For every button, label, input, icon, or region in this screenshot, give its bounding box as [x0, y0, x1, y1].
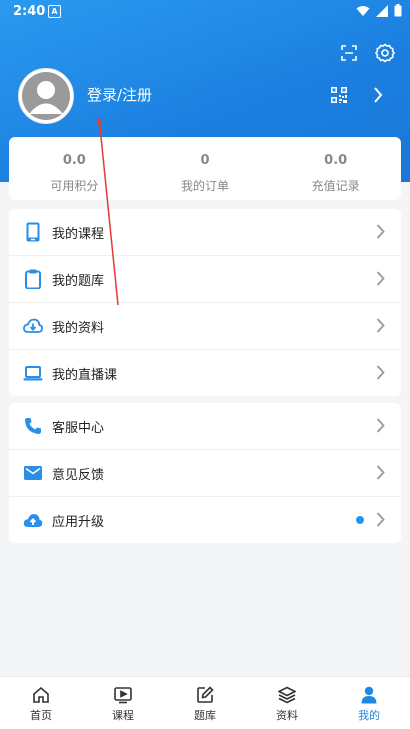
menu-label: 意见反馈 — [52, 467, 105, 483]
menu-item-app-upgrade[interactable]: 应用升级 — [9, 497, 401, 543]
menu-item-my-question-bank[interactable]: 我的题库 — [9, 256, 401, 303]
cloud-upload-icon — [23, 510, 43, 530]
stat-points[interactable]: 0.0 可用积分 — [9, 137, 140, 200]
cloud-download-icon — [23, 316, 43, 336]
menu-item-my-materials[interactable]: 我的资料 — [9, 303, 401, 350]
chevron-right-icon — [376, 224, 385, 239]
menu-card-support: 客服中心 意见反馈 应用升级 — [9, 403, 401, 543]
chevron-right-icon — [376, 271, 385, 286]
tab-mine[interactable]: 我的 — [328, 677, 410, 729]
video-play-icon — [114, 687, 132, 704]
tab-label: 题库 — [194, 709, 216, 722]
tab-label: 课程 — [112, 709, 134, 722]
menu-item-customer-service[interactable]: 客服中心 — [9, 403, 401, 450]
stat-label: 充值记录 — [311, 179, 360, 193]
avatar[interactable] — [18, 68, 74, 124]
menu-label: 客服中心 — [52, 420, 105, 436]
tablet-icon — [23, 222, 43, 242]
chevron-right-icon[interactable] — [370, 86, 386, 104]
home-icon — [33, 686, 49, 703]
status-time: 2:40 — [13, 4, 46, 19]
login-register-link[interactable]: 登录/注册 — [87, 84, 152, 105]
chevron-right-icon — [376, 465, 385, 480]
tab-label: 我的 — [358, 709, 380, 722]
stat-value: 0.0 — [62, 153, 86, 168]
stat-orders[interactable]: 0 我的订单 — [140, 137, 271, 200]
layers-icon — [278, 686, 296, 704]
tab-label: 资料 — [276, 709, 298, 722]
user-icon — [361, 686, 377, 704]
edit-icon — [197, 686, 214, 703]
mail-icon — [23, 463, 43, 483]
stat-label: 可用积分 — [50, 179, 99, 193]
signal-icon — [376, 4, 388, 17]
update-badge-dot — [356, 516, 364, 524]
menu-label: 我的题库 — [52, 273, 105, 289]
chevron-right-icon — [376, 365, 385, 380]
chevron-right-icon — [376, 318, 385, 333]
qr-code-icon[interactable] — [330, 86, 348, 104]
menu-label: 我的资料 — [52, 320, 105, 336]
clipboard-icon — [23, 269, 43, 289]
menu-card-learning: 我的课程 我的题库 我的资料 我的直播课 — [9, 209, 401, 396]
tab-label: 首页 — [30, 709, 52, 722]
stat-label: 我的订单 — [181, 179, 230, 193]
chevron-right-icon — [376, 512, 385, 527]
scan-icon[interactable] — [339, 43, 359, 63]
stats-card: 0.0 可用积分 0 我的订单 0.0 充值记录 — [9, 137, 401, 200]
tab-materials[interactable]: 资料 — [246, 677, 328, 729]
stat-value: 0.0 — [324, 153, 348, 168]
menu-item-my-courses[interactable]: 我的课程 — [9, 209, 401, 256]
tab-home[interactable]: 首页 — [0, 677, 82, 729]
bottom-tab-bar: 首页 课程 题库 资料 我的 — [0, 676, 410, 729]
chevron-right-icon — [376, 418, 385, 433]
notification-icon: A — [48, 5, 61, 18]
stat-value: 0 — [200, 153, 210, 168]
menu-label: 我的课程 — [52, 226, 105, 242]
phone-icon — [23, 416, 43, 436]
menu-item-my-live-courses[interactable]: 我的直播课 — [9, 350, 401, 396]
battery-icon — [394, 4, 402, 17]
stat-recharge[interactable]: 0.0 充值记录 — [270, 137, 401, 200]
menu-label: 应用升级 — [52, 514, 105, 530]
laptop-icon — [23, 363, 43, 383]
menu-item-feedback[interactable]: 意见反馈 — [9, 450, 401, 497]
status-bar: 2:40 A — [0, 0, 410, 24]
tab-courses[interactable]: 课程 — [82, 677, 164, 729]
menu-label: 我的直播课 — [52, 367, 118, 383]
settings-gear-icon[interactable] — [374, 42, 396, 64]
tab-question-bank[interactable]: 题库 — [164, 677, 246, 729]
wifi-icon — [356, 5, 370, 16]
